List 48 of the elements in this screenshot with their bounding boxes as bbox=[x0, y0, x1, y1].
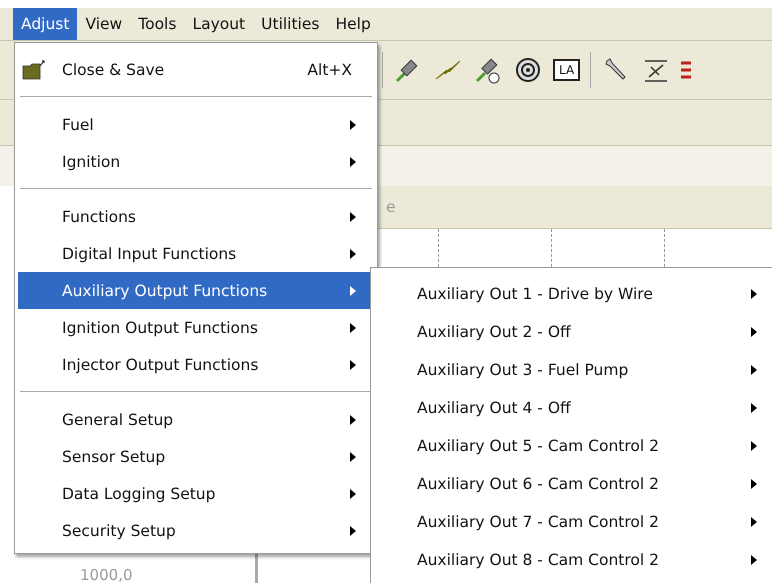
menu-item[interactable]: Ignition Output Functions bbox=[18, 309, 374, 346]
submenu-arrow-icon bbox=[350, 156, 356, 166]
submenu-arrow-icon bbox=[350, 360, 356, 370]
column-header: e bbox=[386, 198, 396, 216]
submenu-arrow-icon bbox=[751, 517, 757, 527]
menubar-item[interactable]: View bbox=[77, 8, 130, 40]
menu-item[interactable]: Sensor Setup bbox=[18, 438, 374, 475]
submenu-arrow-icon bbox=[751, 365, 757, 375]
menu-item[interactable]: Auxiliary Out 3 - Fuel Pump bbox=[371, 351, 772, 389]
submenu-arrow-icon bbox=[751, 479, 757, 489]
folder-icon bbox=[22, 60, 46, 80]
table-cell-text: 1000,0 bbox=[80, 566, 134, 583]
submenu-arrow-icon bbox=[751, 555, 757, 565]
menu-item[interactable]: Auxiliary Out 7 - Cam Control 2 bbox=[371, 503, 772, 541]
menu-item[interactable]: Close & Save Alt+X bbox=[18, 51, 374, 88]
menu-item[interactable]: Ignition bbox=[18, 143, 374, 180]
menu-item[interactable]: Auxiliary Out 5 - Cam Control 2 bbox=[371, 427, 772, 465]
submenu-arrow-icon bbox=[350, 120, 356, 130]
submenu-arrow-icon bbox=[751, 441, 757, 451]
submenu-arrow-icon bbox=[751, 403, 757, 413]
la-icon[interactable]: LA bbox=[553, 59, 580, 81]
submenu-arrow-icon bbox=[350, 488, 356, 498]
menubar-item[interactable]: Layout bbox=[184, 8, 254, 40]
menu-item[interactable]: Auxiliary Out 4 - Off bbox=[371, 389, 772, 427]
menu-item[interactable]: Data Logging Setup bbox=[18, 475, 374, 512]
menubar-item[interactable]: Utilities bbox=[253, 8, 328, 40]
submenu-arrow-icon bbox=[350, 286, 356, 296]
submenu-arrow-icon bbox=[350, 414, 356, 424]
menu-item[interactable]: Auxiliary Out 8 - Cam Control 2 bbox=[371, 541, 772, 579]
submenu-arrow-icon bbox=[350, 248, 356, 258]
submenu-arrow-icon bbox=[751, 289, 757, 299]
menu-item[interactable]: Security Setup bbox=[18, 512, 374, 549]
submenu-arrow-icon bbox=[350, 452, 356, 462]
menu-item[interactable]: Injector Output Functions bbox=[18, 346, 374, 383]
menu-item[interactable]: Auxiliary Out 1 - Drive by Wire bbox=[371, 275, 772, 313]
menubar-item[interactable]: Tools bbox=[130, 8, 184, 40]
menu-item[interactable]: General Setup bbox=[18, 401, 374, 438]
menu-item[interactable]: Digital Input Functions bbox=[18, 235, 374, 272]
menu-item[interactable]: Fuel bbox=[18, 106, 374, 143]
menu-item[interactable]: Functions bbox=[18, 198, 374, 235]
menubar-item[interactable]: Help bbox=[327, 8, 379, 40]
submenu-arrow-icon bbox=[350, 322, 356, 332]
menubar-item[interactable]: Adjust bbox=[13, 8, 78, 40]
menu-item[interactable]: Auxiliary Out 2 - Off bbox=[371, 313, 772, 351]
submenu-arrow-icon bbox=[751, 327, 757, 337]
menu-item[interactable]: Auxiliary Out 6 - Cam Control 2 bbox=[371, 465, 772, 503]
submenu-arrow-icon bbox=[350, 526, 356, 536]
submenu-arrow-icon bbox=[350, 212, 356, 222]
